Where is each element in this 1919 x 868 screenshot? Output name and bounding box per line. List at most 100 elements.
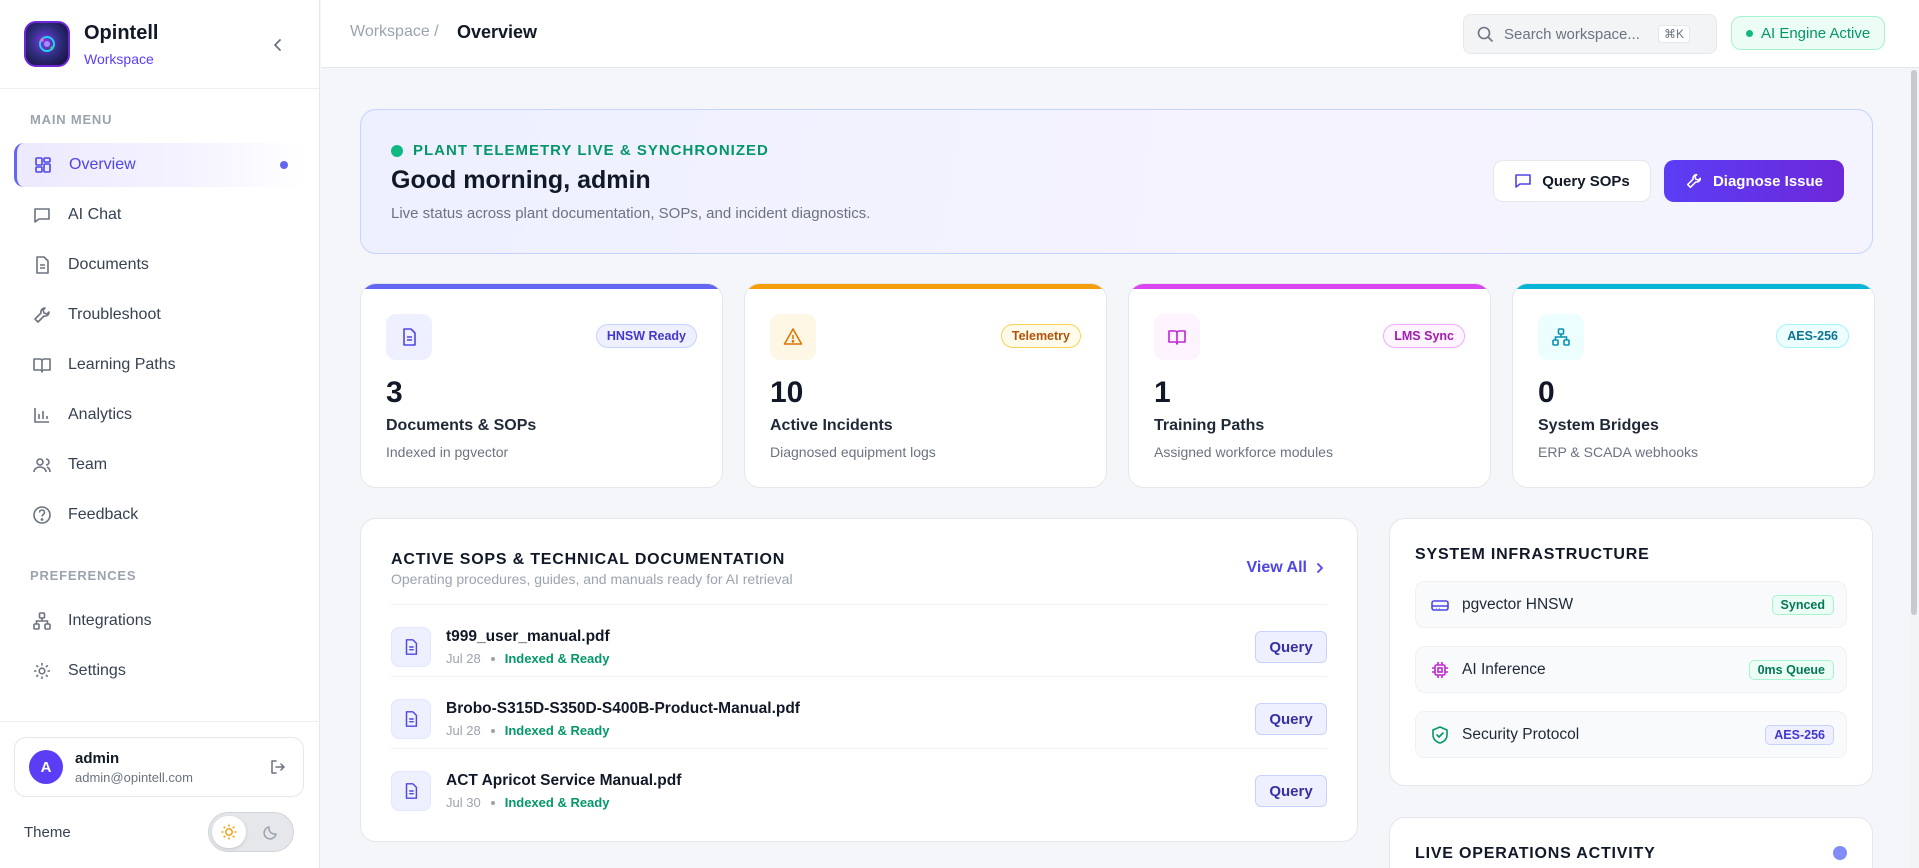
network-icon (1538, 314, 1584, 360)
view-all-link[interactable]: View All (1247, 559, 1325, 577)
stat-card-training[interactable]: LMS Sync 1 Training Paths Assigned workf… (1128, 283, 1491, 488)
active-indicator-dot (280, 161, 288, 169)
stat-label: System Bridges (1538, 417, 1659, 434)
search-icon (1477, 26, 1493, 42)
sidebar-item-label: Settings (68, 662, 126, 679)
sidebar-item-label: AI Chat (68, 206, 122, 223)
help-circle-icon (32, 505, 52, 525)
query-document-button[interactable]: Query (1255, 631, 1327, 663)
collapse-sidebar-button[interactable] (267, 34, 289, 56)
users-icon (32, 455, 52, 475)
status-dot (1746, 29, 1753, 37)
stat-subtitle: Diagnosed equipment logs (770, 444, 936, 460)
theme-label: Theme (24, 823, 71, 841)
database-icon (1431, 599, 1449, 611)
chat-icon (32, 205, 52, 225)
accent-bar (1129, 284, 1490, 289)
search-box[interactable]: ⌘K (1463, 14, 1717, 54)
user-email: admin@opintell.com (75, 769, 193, 785)
live-operations-title: LIVE OPERATIONS ACTIVITY (1415, 845, 1656, 862)
telemetry-status: PLANT TELEMETRY LIVE & SYNCHRONIZED (391, 142, 769, 159)
infra-name: AI Inference (1462, 660, 1546, 678)
gear-icon (32, 661, 52, 681)
wrench-icon (32, 305, 52, 325)
breadcrumb-parent[interactable]: Workspace / (350, 23, 439, 41)
system-infrastructure-card: SYSTEM INFRASTRUCTURE pgvector HNSW Sync… (1389, 518, 1873, 786)
logout-button[interactable] (269, 758, 287, 781)
sidebar-item-overview[interactable]: Overview (14, 143, 306, 187)
stat-card-incidents[interactable]: Telemetry 10 Active Incidents Diagnosed … (744, 283, 1107, 488)
sidebar-item-settings[interactable]: Settings (14, 649, 306, 693)
sun-icon (221, 824, 237, 840)
sidebar-item-documents[interactable]: Documents (14, 243, 306, 287)
document-name: Brobo-S315D-S350D-S400B-Product-Manual.p… (446, 700, 800, 717)
sidebar-item-ai-chat[interactable]: AI Chat (14, 193, 306, 237)
search-input[interactable] (1504, 25, 1654, 43)
sidebar-item-team[interactable]: Team (14, 443, 306, 487)
docs-title: ACTIVE SOPS & TECHNICAL DOCUMENTATION (391, 551, 786, 568)
light-theme-option[interactable] (212, 816, 246, 848)
pdf-file-icon (391, 627, 431, 667)
document-status: Indexed & Ready (504, 651, 610, 666)
infra-row-security: Security Protocol AES-256 (1415, 711, 1847, 758)
document-date: Jul 28 (446, 723, 481, 738)
separator-dot (490, 728, 495, 733)
live-indicator-dot (1833, 846, 1847, 860)
diagnose-issue-button[interactable]: Diagnose Issue (1664, 160, 1844, 202)
stat-card-bridges[interactable]: AES-256 0 System Bridges ERP & SCADA web… (1512, 283, 1875, 488)
preferences-label: PREFERENCES (30, 568, 137, 583)
telemetry-status-text: PLANT TELEMETRY LIVE & SYNCHRONIZED (413, 142, 769, 159)
sidebar-item-label: Overview (69, 156, 136, 173)
sidebar-item-label: Learning Paths (68, 356, 176, 373)
live-status-dot (391, 144, 403, 157)
infra-name: Security Protocol (1462, 725, 1580, 743)
sidebar-item-label: Troubleshoot (68, 306, 161, 323)
theme-row: Theme (24, 812, 294, 852)
topbar: Workspace / Overview ⌘K AI Engine Active (321, 0, 1919, 68)
docs-subtitle: Operating procedures, guides, and manual… (391, 571, 793, 587)
main-menu-label: MAIN MENU (30, 112, 113, 127)
stat-card-documents[interactable]: HNSW Ready 3 Documents & SOPs Indexed in… (360, 283, 723, 488)
document-status: Indexed & Ready (504, 723, 610, 738)
query-document-button[interactable]: Query (1255, 775, 1327, 807)
accent-bar (361, 284, 722, 289)
live-operations-card: LIVE OPERATIONS ACTIVITY (1389, 817, 1873, 868)
sidebar-item-analytics[interactable]: Analytics (14, 393, 306, 437)
main-scrollbar[interactable] (1909, 68, 1919, 868)
scrollbar-thumb[interactable] (1911, 70, 1917, 615)
stat-value: 1 (1154, 376, 1171, 409)
welcome-banner: PLANT TELEMETRY LIVE & SYNCHRONIZED Good… (360, 109, 1873, 254)
sidebar-item-troubleshoot[interactable]: Troubleshoot (14, 293, 306, 337)
user-name: admin (75, 749, 120, 767)
status-badge: Synced (1771, 595, 1834, 615)
sidebar-item-learning-paths[interactable]: Learning Paths (14, 343, 306, 387)
list-item[interactable]: ACT Apricot Service Manual.pdf Jul 30 In… (391, 748, 1327, 820)
sidebar-item-integrations[interactable]: Integrations (14, 599, 306, 643)
document-icon (32, 255, 52, 275)
query-sops-button[interactable]: Query SOPs (1493, 160, 1651, 202)
ai-status-text: AI Engine Active (1761, 24, 1871, 42)
diagnose-issue-label: Diagnose Issue (1712, 172, 1824, 190)
list-item[interactable]: Brobo-S315D-S350D-S400B-Product-Manual.p… (391, 676, 1327, 748)
sidebar-item-feedback[interactable]: Feedback (14, 493, 306, 537)
active-documents-card: ACTIVE SOPS & TECHNICAL DOCUMENTATION Op… (360, 518, 1358, 842)
document-date: Jul 30 (446, 795, 481, 810)
stat-value: 0 (1538, 376, 1555, 409)
ai-status-badge: AI Engine Active (1731, 16, 1886, 50)
accent-bar (1513, 284, 1874, 289)
sidebar-item-label: Team (68, 456, 108, 473)
dark-theme-option[interactable] (254, 816, 288, 848)
theme-toggle[interactable] (208, 812, 294, 852)
brand-subtitle: Workspace (84, 50, 154, 67)
sidebar-item-label: Analytics (68, 406, 133, 423)
infra-title: SYSTEM INFRASTRUCTURE (1415, 546, 1650, 563)
infra-name: pgvector HNSW (1462, 595, 1574, 613)
accent-bar (745, 284, 1106, 289)
user-card[interactable]: A admin admin@opintell.com (14, 737, 304, 797)
document-date: Jul 28 (446, 651, 481, 666)
document-icon (386, 314, 432, 360)
stat-label: Documents & SOPs (386, 417, 537, 434)
query-document-button[interactable]: Query (1255, 703, 1327, 735)
list-item[interactable]: t999_user_manual.pdf Jul 28 Indexed & Re… (391, 604, 1327, 676)
infra-row-pgvector: pgvector HNSW Synced (1415, 581, 1847, 628)
